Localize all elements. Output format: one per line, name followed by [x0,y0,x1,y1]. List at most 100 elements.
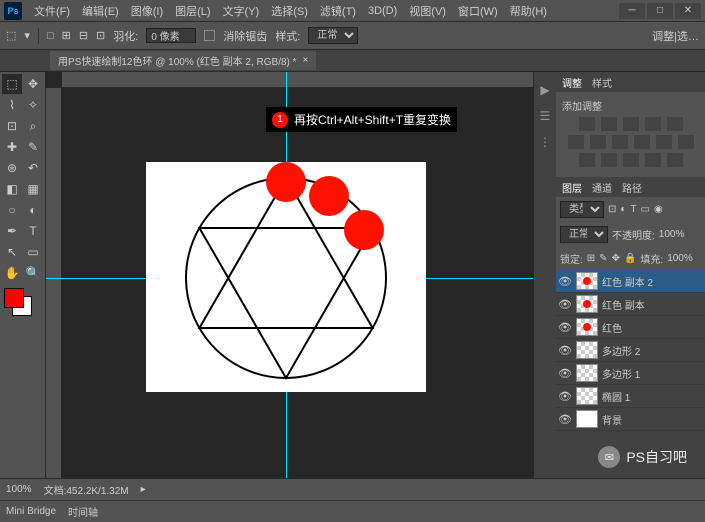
blur-tool[interactable]: ○ [2,200,22,220]
layer-thumbnail[interactable] [576,410,598,428]
fg-color[interactable] [4,288,24,308]
style-select[interactable]: 正常 [308,27,358,44]
adj-icon[interactable] [579,117,595,131]
layer-row[interactable]: 👁红色 副本 2 [556,270,705,293]
menu-select[interactable]: 选择(S) [265,3,314,19]
history-icon[interactable]: ☰ [537,108,553,124]
zoom-tool[interactable]: 🔍 [23,263,43,283]
stamp-tool[interactable]: ⊛ [2,158,22,178]
canvas[interactable] [146,162,426,392]
lock-icon[interactable]: 🔒 [624,253,636,264]
layer-row[interactable]: 👁背景 [556,408,705,431]
visibility-icon[interactable]: 👁 [558,298,572,311]
menu-3d[interactable]: 3D(D) [362,5,403,17]
lock-icon[interactable]: ✎ [599,253,607,264]
mini-bridge[interactable]: Mini Bridge [6,506,56,517]
hand-tool[interactable]: ✋ [2,263,22,283]
menu-layer[interactable]: 图层(L) [169,3,216,19]
layer-thumbnail[interactable] [576,318,598,336]
filter-icon[interactable]: ⊡ [608,204,616,215]
ruler-horizontal[interactable] [62,72,533,88]
visibility-icon[interactable]: 👁 [558,321,572,334]
history-tool[interactable]: ↶ [23,158,43,178]
layer-row[interactable]: 👁红色 [556,316,705,339]
menu-help[interactable]: 帮助(H) [504,3,553,19]
tab-channels[interactable]: 通道 [592,180,612,195]
menu-window[interactable]: 窗口(W) [452,3,504,19]
wand-tool[interactable]: ✧ [23,95,43,115]
pen-tool[interactable]: ✒ [2,221,22,241]
adj-icon[interactable] [601,117,617,131]
lasso-tool[interactable]: ⌇ [2,95,22,115]
adj-icon[interactable] [645,153,661,167]
type-tool[interactable]: T [23,221,43,241]
menu-image[interactable]: 图像(I) [125,3,169,19]
filter-icon[interactable]: ◐ [620,204,626,215]
sel-intersect-icon[interactable]: ⊡ [96,29,105,42]
char-icon[interactable]: ⋮ [537,134,553,150]
sel-new-icon[interactable]: □ [47,30,54,42]
adj-icon[interactable] [612,135,628,149]
adj-icon[interactable] [590,135,606,149]
menu-edit[interactable]: 编辑(E) [76,3,125,19]
tab-paths[interactable]: 路径 [622,180,642,195]
close-icon[interactable]: × [303,55,309,66]
adj-icon[interactable] [623,117,639,131]
layer-thumbnail[interactable] [576,272,598,290]
adj-icon[interactable] [634,135,650,149]
refine-button[interactable]: 调整|选… [652,28,699,44]
visibility-icon[interactable]: 👁 [558,413,572,426]
layer-thumbnail[interactable] [576,387,598,405]
layer-row[interactable]: 👁红色 副本 [556,293,705,316]
close-button[interactable]: ✕ [675,3,701,19]
color-swatches[interactable] [2,288,42,320]
crop-tool[interactable]: ⊡ [2,116,22,136]
tab-adjustments[interactable]: 调整 [562,75,582,90]
minimize-button[interactable]: ─ [619,3,645,19]
blend-mode[interactable]: 正常 [560,226,608,243]
layer-thumbnail[interactable] [576,341,598,359]
marquee-tool[interactable]: ⬚ [2,74,22,94]
adj-icon[interactable] [568,135,584,149]
sel-add-icon[interactable]: ⊞ [62,29,71,42]
canvas-area[interactable]: 1 再按Ctrl+Alt+Shift+T重复变换 [46,72,533,478]
document-tab[interactable]: 用PS快速绘制12色环 @ 100% (红色 副本 2, RGB/8) * × [50,51,316,70]
menu-file[interactable]: 文件(F) [28,3,76,19]
layer-row[interactable]: 👁多边形 1 [556,362,705,385]
adj-icon[interactable] [667,153,683,167]
opacity-value[interactable]: 100% [659,229,685,240]
visibility-icon[interactable]: 👁 [558,367,572,380]
timeline[interactable]: 时间轴 [68,504,98,519]
tab-layers[interactable]: 图层 [562,180,582,195]
layer-row[interactable]: 👁椭圆 1 [556,385,705,408]
fill-value[interactable]: 100% [667,253,693,264]
filter-icon[interactable]: T [630,204,636,215]
filter-icon[interactable]: ◉ [654,204,663,215]
eyedrop-tool[interactable]: ⌕ [23,116,43,136]
heal-tool[interactable]: ✚ [2,137,22,157]
adj-icon[interactable] [678,135,694,149]
lock-icon[interactable]: ✥ [612,253,620,264]
adj-icon[interactable] [601,153,617,167]
move-tool[interactable]: ✥ [23,74,43,94]
feather-input[interactable] [146,28,196,43]
tab-styles[interactable]: 样式 [592,75,612,90]
gradient-tool[interactable]: ▦ [23,179,43,199]
ruler-vertical[interactable] [46,88,62,478]
shape-tool[interactable]: ▭ [23,242,43,262]
menu-view[interactable]: 视图(V) [403,3,452,19]
zoom-value[interactable]: 100% [6,484,32,495]
layer-thumbnail[interactable] [576,364,598,382]
adj-icon[interactable] [667,117,683,131]
play-icon[interactable]: ▶ [537,82,553,98]
visibility-icon[interactable]: 👁 [558,390,572,403]
maximize-button[interactable]: □ [647,3,673,19]
adj-icon[interactable] [656,135,672,149]
layer-filter[interactable]: 类型 [560,201,604,218]
layer-row[interactable]: 👁多边形 2 [556,339,705,362]
visibility-icon[interactable]: 👁 [558,344,572,357]
eraser-tool[interactable]: ◧ [2,179,22,199]
filter-icon[interactable]: ▭ [641,204,650,215]
sel-sub-icon[interactable]: ⊟ [79,29,88,42]
lock-icon[interactable]: ⊞ [587,253,595,264]
